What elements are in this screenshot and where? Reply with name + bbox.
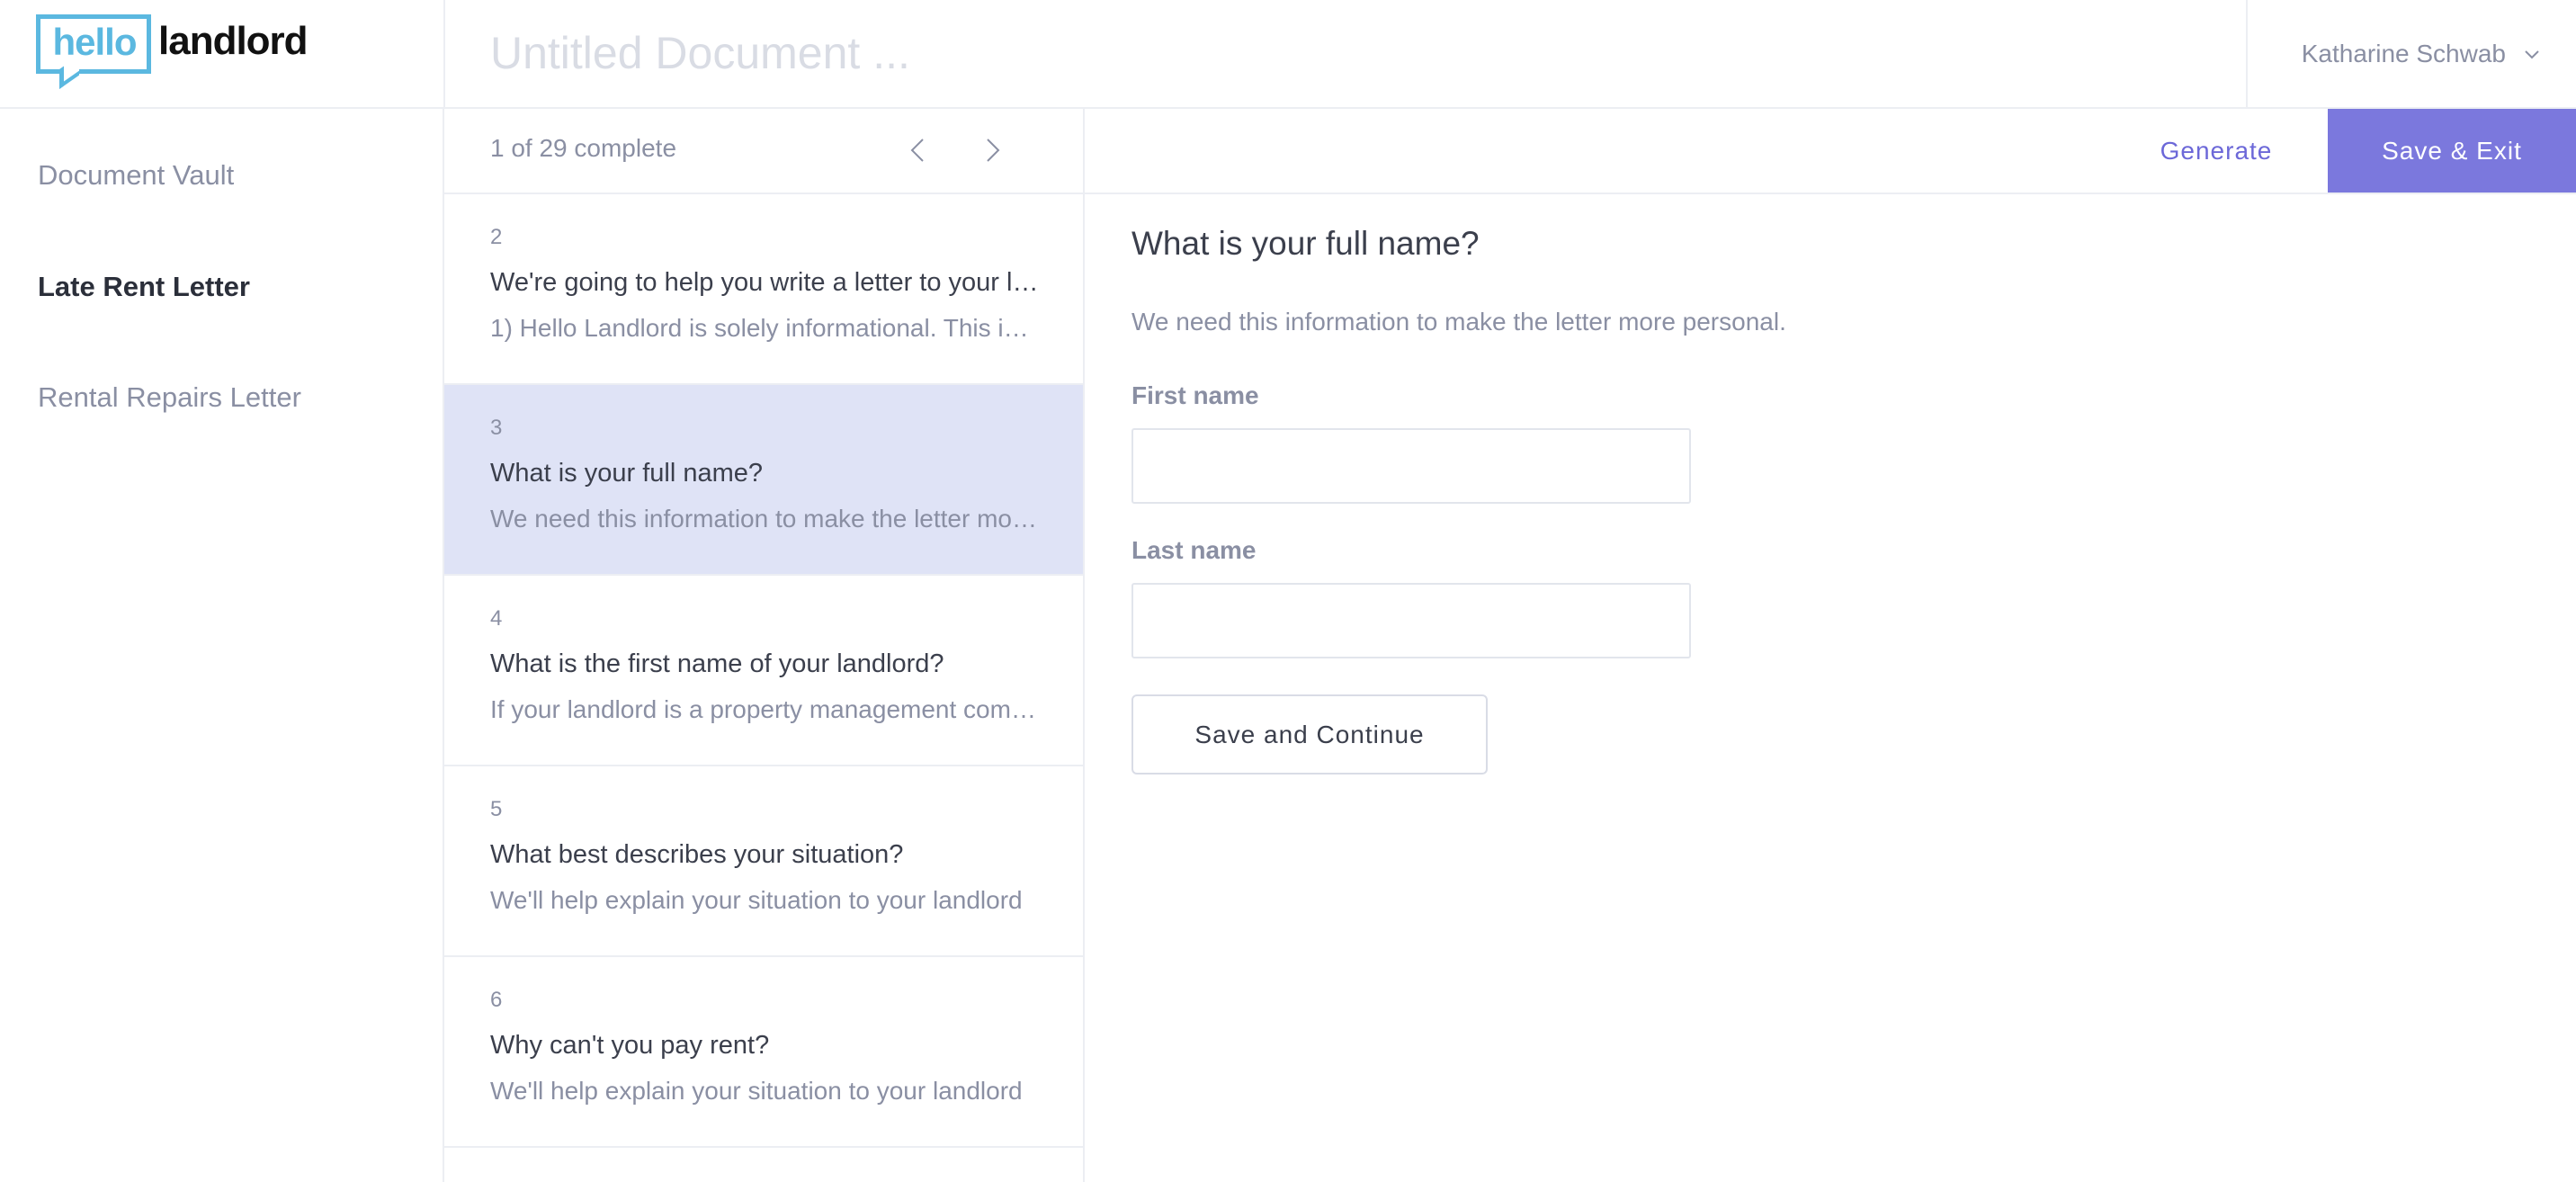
logo-landlord-text: landlord — [158, 19, 309, 63]
question-description: If your landlord is a property managemen… — [490, 695, 1041, 723]
sidebar-item-late-rent-letter[interactable]: Late Rent Letter — [38, 271, 250, 303]
logo-hello-text: hello — [52, 21, 137, 63]
generate-button[interactable]: Generate — [2130, 109, 2303, 193]
question-help-text: We need this information to make the let… — [1131, 308, 1786, 336]
question-description: We'll help explain your situation to you… — [490, 1077, 1023, 1105]
header-divider — [443, 0, 445, 109]
question-list-item[interactable]: 2 We're going to help you write a letter… — [444, 194, 1083, 385]
first-name-label: First name — [1131, 381, 1259, 409]
chevron-left-icon[interactable] — [899, 130, 938, 170]
last-name-input[interactable] — [1131, 583, 1691, 658]
question-title: What is your full name? — [490, 459, 764, 488]
last-name-label: Last name — [1131, 536, 1257, 564]
question-title: What best describes your situation? — [490, 840, 904, 869]
question-number: 2 — [490, 225, 503, 249]
save-exit-button[interactable]: Save & Exit — [2328, 109, 2576, 193]
question-description: We need this information to make the let… — [490, 505, 1041, 533]
question-list-item[interactable]: 4 What is the first name of your landlor… — [444, 576, 1083, 766]
top-header: hello landlord Untitled Document ... Kat… — [0, 0, 2576, 109]
user-menu[interactable]: Katharine Schwab — [2248, 0, 2576, 107]
hello-landlord-logo[interactable]: hello landlord — [36, 14, 324, 89]
question-title: We're going to help you write a letter t… — [490, 268, 1039, 297]
save-and-continue-button[interactable]: Save and Continue — [1131, 694, 1488, 775]
question-list-item[interactable]: 5 What best describes your situation? We… — [444, 766, 1083, 957]
question-list-item[interactable]: 6 Why can't you pay rent? We'll help exp… — [444, 957, 1083, 1148]
progress-text: 1 of 29 complete — [490, 134, 677, 162]
user-name: Katharine Schwab — [2301, 39, 2506, 67]
sidebar-item-rental-repairs-letter[interactable]: Rental Repairs Letter — [38, 381, 301, 414]
question-number: 6 — [490, 988, 503, 1012]
chevron-right-icon[interactable] — [972, 130, 1012, 170]
question-heading: What is your full name? — [1131, 225, 1480, 262]
question-list-item-selected[interactable]: 3 What is your full name? We need this i… — [444, 385, 1083, 576]
question-description: We'll help explain your situation to you… — [490, 886, 1023, 914]
first-name-input[interactable] — [1131, 428, 1691, 504]
sidebar-item-document-vault[interactable]: Document Vault — [38, 159, 234, 192]
question-description: 1) Hello Landlord is solely informationa… — [490, 314, 1041, 342]
question-number: 3 — [490, 416, 503, 440]
question-number: 4 — [490, 606, 503, 631]
questions-panel: 1 of 29 complete 2 We're going to help y… — [444, 109, 1085, 1182]
sidebar-nav: Document Vault Late Rent Letter Rental R… — [0, 109, 444, 1182]
question-number: 5 — [490, 797, 503, 821]
question-title: Why can't you pay rent? — [490, 1031, 770, 1060]
question-title: What is the first name of your landlord? — [490, 649, 944, 678]
questions-panel-header: 1 of 29 complete — [444, 109, 1083, 194]
document-title[interactable]: Untitled Document ... — [490, 25, 910, 81]
chevron-down-icon — [2525, 49, 2539, 58]
